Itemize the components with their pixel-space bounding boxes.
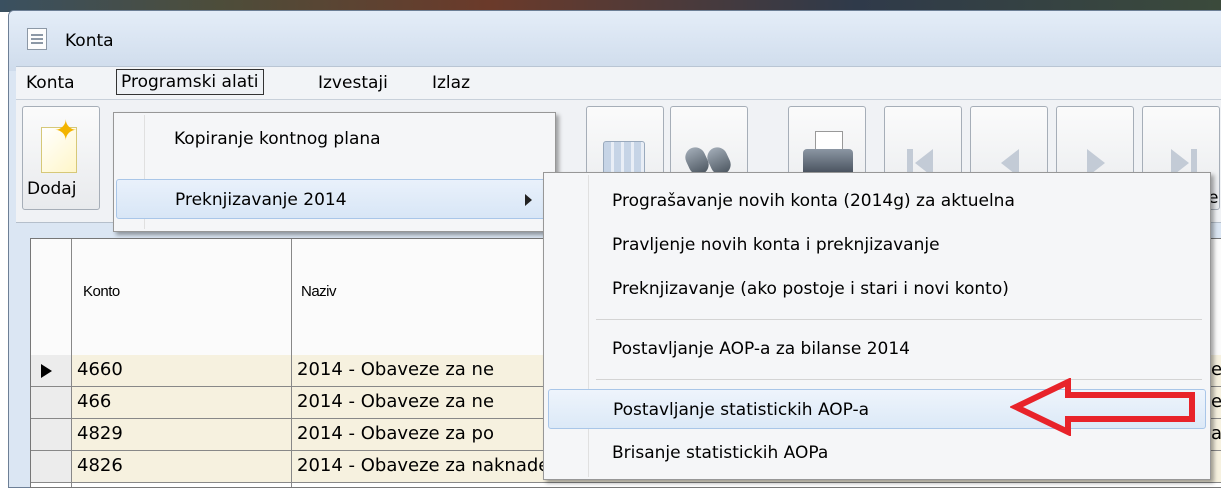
window-title: Konta — [65, 31, 114, 51]
submenu-arrow-icon — [525, 194, 532, 206]
menu-konta[interactable]: Konta — [22, 71, 79, 95]
submenu-item-preknjizavanje[interactable]: Preknjizavanje (ako postoje i stari i no… — [548, 269, 1206, 309]
submenu-item-label: Postavljanje statistickih AOP-a — [613, 400, 870, 420]
cell-clipped[interactable]: e — [1211, 359, 1221, 380]
column-header-konto[interactable]: Konto — [83, 283, 120, 300]
submenu-item-label: Preknjizavanje (ako postoje i stari i no… — [612, 279, 1009, 299]
row-selector[interactable] — [31, 419, 72, 450]
add-button[interactable]: Dodaj — [22, 106, 100, 210]
submenu-item-label: Prograšavanje novih konta (2014g) za akt… — [612, 191, 1015, 211]
add-button-label: Dodaj — [27, 179, 77, 199]
row-selector[interactable] — [31, 451, 72, 482]
menu-item-preknjizavanje-2014[interactable]: Preknjizavanje 2014 — [116, 179, 551, 219]
submenu-item-postavljanje-aop-bilanse[interactable]: Postavljanje AOP-a za bilanse 2014 — [548, 329, 1206, 369]
title-bar: Konta — [9, 11, 1221, 71]
menu-item-kopiranje-kontnog-plana[interactable]: Kopiranje kontnog plana — [116, 119, 551, 159]
cell-konto[interactable]: 4829 — [77, 423, 123, 444]
cell-konto[interactable]: 4826 — [77, 455, 123, 476]
cell-naziv[interactable]: 2014 - Obaveze za po — [297, 423, 494, 444]
menu-item-label: Kopiranje kontnog plana — [174, 129, 381, 149]
submenu-item-pravljenje-novih-konta[interactable]: Pravljenje novih konta i preknjizavanje — [548, 225, 1206, 265]
menu-izlaz[interactable]: Izlaz — [428, 71, 474, 95]
column-header-naziv[interactable]: Naziv — [301, 283, 337, 300]
menu-izvestaji[interactable]: Izvestaji — [314, 71, 392, 95]
cell-konto[interactable]: 466 — [77, 391, 111, 412]
submenu-item-label: Pravljenje novih konta i preknjizavanje — [612, 235, 940, 255]
row-selector[interactable] — [31, 355, 72, 386]
new-star-icon — [41, 114, 77, 173]
cell-clipped[interactable]: e — [1211, 391, 1221, 412]
cell-naziv[interactable]: 2014 - Obaveze za ne — [297, 391, 494, 412]
menu-bar: Konta Programski alati Izvestaji Izlaz — [16, 66, 1221, 100]
cell-naziv[interactable]: 2014 - Obaveze za ne — [297, 359, 494, 380]
menu-item-label: Preknjizavanje 2014 — [175, 190, 347, 210]
column-divider — [71, 239, 72, 487]
row-selector[interactable] — [31, 387, 72, 418]
submenu-item-brisanje-statistickih-aop[interactable]: Brisanje statistickih AOPa — [548, 433, 1206, 473]
document-icon — [27, 28, 47, 50]
cell-clipped[interactable]: a — [1211, 423, 1221, 444]
submenu-item-label: Postavljanje AOP-a za bilanse 2014 — [612, 339, 910, 359]
current-row-icon — [41, 364, 52, 378]
submenu-item-proglasavanje-novih-konta[interactable]: Prograšavanje novih konta (2014g) za akt… — [548, 181, 1206, 221]
menu-separator — [596, 319, 1202, 320]
column-divider — [291, 239, 292, 487]
programski-alati-menu: Kopiranje kontnog plana Preknjizavanje 2… — [113, 112, 556, 232]
menu-programski-alati[interactable]: Programski alati — [116, 69, 264, 95]
submenu-item-label: Brisanje statistickih AOPa — [612, 443, 829, 463]
cell-konto[interactable]: 4660 — [77, 359, 123, 380]
annotation-arrow-icon — [1010, 378, 1195, 436]
